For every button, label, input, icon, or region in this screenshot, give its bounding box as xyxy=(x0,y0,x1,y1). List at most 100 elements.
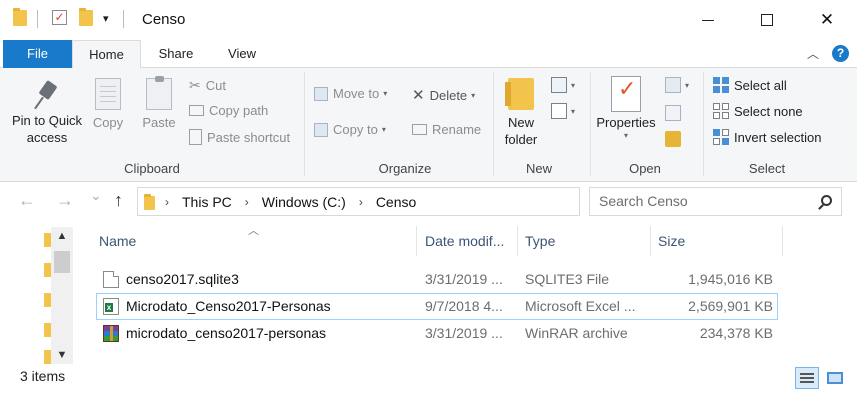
file-type: Microsoft Excel ... xyxy=(525,298,636,314)
minimize-button[interactable] xyxy=(678,0,738,40)
maximize-button[interactable] xyxy=(737,0,797,40)
select-none-button[interactable]: Select none xyxy=(713,103,803,119)
edit-button[interactable] xyxy=(665,105,681,121)
breadcrumb-censo[interactable]: Censo xyxy=(376,194,416,210)
group-divider xyxy=(703,72,704,176)
pin-to-quick-access-label: Pin to Quick access xyxy=(11,113,83,145)
folder-icon[interactable] xyxy=(44,293,51,307)
delete-button[interactable]: ✕ Delete ▾ xyxy=(412,86,475,104)
properties-quick-icon[interactable]: ✓ xyxy=(52,10,67,25)
nav-pane-scrollbar[interactable]: ▲ ▼ xyxy=(51,227,73,364)
easy-access-icon xyxy=(551,103,567,119)
close-icon: ✕ xyxy=(819,10,835,29)
group-divider xyxy=(493,72,494,176)
select-all-button[interactable]: Select all xyxy=(713,77,787,93)
ribbon-home: Pin to Quick access Copy Paste ✂ Cut Cop… xyxy=(0,68,857,182)
copy-path-button[interactable]: Copy path xyxy=(189,103,268,118)
customize-quick-access-dropdown[interactable]: ▾ xyxy=(103,12,109,25)
folder-icon[interactable] xyxy=(44,233,51,247)
scroll-up-icon[interactable]: ▲ xyxy=(51,227,73,245)
history-icon xyxy=(665,131,681,147)
properties-dropdown-icon: ▾ xyxy=(623,131,628,140)
file-date: 3/31/2019 ... xyxy=(425,271,503,287)
pin-to-quick-access-button[interactable]: Pin to Quick access xyxy=(8,80,86,146)
properties-icon xyxy=(611,76,641,112)
invert-selection-button[interactable]: Invert selection xyxy=(713,129,821,145)
search-input[interactable]: Search Censo xyxy=(589,187,842,216)
open-button[interactable]: ▾ xyxy=(665,77,689,93)
file-name: Microdato_Censo2017-Personas xyxy=(126,298,331,314)
help-icon[interactable]: ? xyxy=(832,45,849,62)
breadcrumb-separator[interactable]: › xyxy=(245,195,249,209)
new-folder-button[interactable]: New folder xyxy=(498,78,544,148)
folder-icon[interactable] xyxy=(44,323,51,337)
details-view-button[interactable] xyxy=(795,367,819,389)
file-row[interactable]: Microdato_Censo2017-Personas 9/7/2018 4.… xyxy=(96,293,778,320)
file-name: censo2017.sqlite3 xyxy=(126,271,239,287)
scrollbar-thumb[interactable] xyxy=(54,251,70,273)
history-button[interactable] xyxy=(665,131,681,147)
breadcrumb-windows-c[interactable]: Windows (C:) xyxy=(262,194,346,210)
open-group-label: Open xyxy=(629,161,661,176)
select-all-icon xyxy=(713,77,729,93)
tab-home[interactable]: Home xyxy=(72,40,141,69)
column-header-size[interactable]: Size xyxy=(650,222,782,257)
select-none-icon xyxy=(713,103,729,119)
file-size: 2,569,901 KB xyxy=(688,298,773,314)
new-item-button[interactable]: ▾ xyxy=(551,77,575,93)
new-folder-quick-icon[interactable] xyxy=(79,8,93,26)
tab-view[interactable]: View xyxy=(220,40,264,68)
breadcrumb-separator[interactable]: › xyxy=(359,195,363,209)
status-bar: 3 items xyxy=(0,367,857,393)
file-type: WinRAR archive xyxy=(525,325,628,341)
rename-button[interactable]: Rename xyxy=(412,122,481,137)
address-bar[interactable]: › This PC › Windows (C:) › Censo ▼ ↻ xyxy=(137,187,711,216)
title-bar: ✓ ▾ Censo ✕ xyxy=(0,0,857,40)
column-header-name[interactable]: Name xyxy=(91,222,416,257)
back-button[interactable]: ← xyxy=(18,190,36,211)
delete-x-icon: ✕ xyxy=(412,87,425,104)
paste-shortcut-button[interactable]: Paste shortcut xyxy=(189,129,290,145)
quick-access-separator xyxy=(37,10,38,28)
folder-icon[interactable] xyxy=(44,350,51,364)
file-row[interactable]: censo2017.sqlite3 3/31/2019 ... SQLITE3 … xyxy=(96,266,778,293)
copy-button[interactable]: Copy xyxy=(88,78,128,131)
move-to-label: Move to xyxy=(333,86,380,101)
scroll-down-icon[interactable]: ▼ xyxy=(51,346,73,364)
file-row[interactable]: microdato_censo2017-personas 3/31/2019 .… xyxy=(96,320,778,347)
copy-to-label: Copy to xyxy=(333,122,378,137)
column-header-type[interactable]: Type xyxy=(517,222,650,257)
excel-file-icon xyxy=(103,298,119,315)
move-to-button[interactable]: Move to ▾ xyxy=(314,86,387,101)
maximize-icon xyxy=(761,14,773,26)
folder-icon[interactable] xyxy=(44,263,51,277)
properties-button[interactable]: Properties ▾ xyxy=(594,76,658,141)
tab-file[interactable]: File xyxy=(3,40,72,68)
search-icon[interactable] xyxy=(821,195,832,206)
column-divider[interactable] xyxy=(782,226,783,256)
folder-icon xyxy=(13,8,27,26)
paste-button[interactable]: Paste xyxy=(137,76,181,131)
large-icons-view-button[interactable] xyxy=(823,367,847,389)
collapse-ribbon-icon[interactable]: ︿ xyxy=(807,45,819,62)
recent-locations-button[interactable]: ⌄ xyxy=(90,187,102,204)
new-item-icon xyxy=(551,77,567,93)
up-button[interactable]: ↑ xyxy=(114,190,123,211)
pin-icon xyxy=(34,80,60,110)
breadcrumb-this-pc[interactable]: This PC xyxy=(182,194,232,210)
tab-share[interactable]: Share xyxy=(150,40,202,68)
easy-access-button[interactable]: ▾ xyxy=(551,103,575,119)
clipboard-group-label: Clipboard xyxy=(124,161,180,176)
forward-button[interactable]: → xyxy=(56,190,74,211)
cut-button[interactable]: ✂ Cut xyxy=(189,77,226,94)
properties-label: Properties xyxy=(596,115,656,130)
new-folder-icon xyxy=(505,78,534,110)
breadcrumb-separator: › xyxy=(165,194,169,209)
copy-to-button[interactable]: Copy to ▾ xyxy=(314,122,386,137)
navigation-pane[interactable]: ▲ ▼ xyxy=(0,222,75,367)
column-header-date[interactable]: Date modif... xyxy=(417,222,517,257)
select-all-label: Select all xyxy=(734,77,787,93)
paste-label: Paste xyxy=(142,115,176,130)
close-button[interactable]: ✕ xyxy=(797,0,857,40)
copy-icon xyxy=(95,78,121,110)
